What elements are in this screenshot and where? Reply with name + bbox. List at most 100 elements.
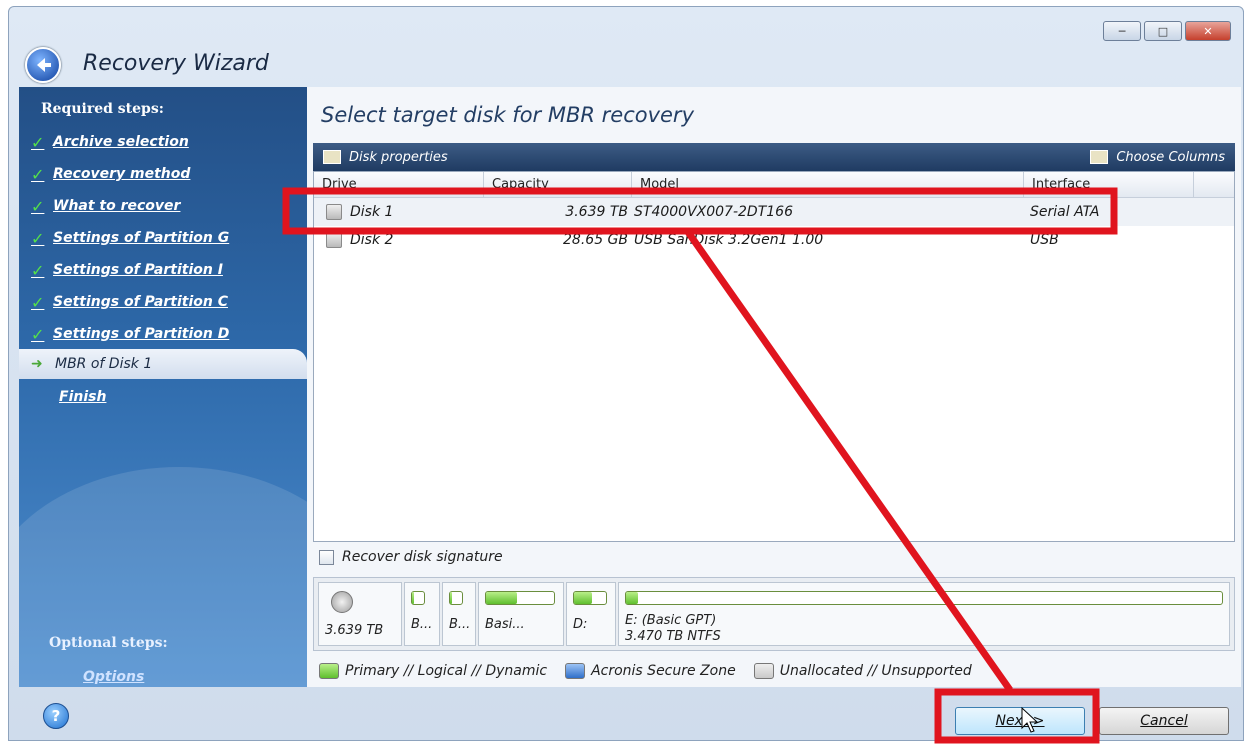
column-header-drive[interactable]: Drive — [314, 172, 484, 197]
partition-label: B... — [411, 617, 433, 632]
page-title: Select target disk for MBR recovery — [321, 103, 694, 127]
choose-columns-button[interactable]: Choose Columns — [1090, 150, 1225, 165]
interface-cell: USB — [1030, 232, 1059, 248]
disk-properties-button[interactable]: Disk properties — [323, 150, 448, 165]
recovery-wizard-window: Recovery Wizard ─ □ ✕ Required steps: ✓ … — [8, 6, 1244, 741]
maximize-button[interactable]: □ — [1144, 21, 1182, 41]
column-header-extra — [1194, 172, 1234, 197]
partition-usage-bar — [573, 591, 607, 605]
choose-columns-icon — [1090, 150, 1109, 164]
sidebar-item-archive-selection[interactable]: ✓ Archive selection — [31, 129, 189, 155]
back-arrow-icon[interactable] — [25, 47, 61, 83]
sidebar-decoration — [19, 467, 307, 687]
sidebar-item-what-to-recover[interactable]: ✓ What to recover — [31, 193, 180, 219]
partition-block[interactable]: Basi... — [478, 582, 564, 646]
partition-usage-bar — [485, 591, 555, 605]
checkmark-icon: ✓ — [31, 228, 45, 248]
optional-steps-heading: Optional steps: — [49, 635, 168, 651]
column-header-interface[interactable]: Interface — [1024, 172, 1194, 197]
sidebar-item-partition-g[interactable]: ✓ Settings of Partition G — [31, 225, 229, 251]
model-cell: ST4000VX007-2DT166 — [634, 204, 793, 220]
sidebar-item-partition-d[interactable]: ✓ Settings of Partition D — [31, 321, 229, 347]
choose-columns-label: Choose Columns — [1116, 149, 1225, 165]
sidebar-item-label: Archive selection — [53, 134, 189, 150]
legend-label: Acronis Secure Zone — [591, 663, 736, 679]
recover-signature-checkbox[interactable] — [319, 549, 334, 565]
checkmark-icon: ✓ — [31, 324, 45, 344]
partition-usage-bar — [411, 591, 425, 605]
legend-swatch — [753, 663, 774, 679]
sidebar-item-recovery-method[interactable]: ✓ Recovery method — [31, 161, 190, 187]
drive-name: Disk 1 — [350, 204, 394, 220]
drive-name: Disk 2 — [350, 232, 394, 248]
table-header: Drive Capacity Model Interface — [314, 172, 1234, 198]
disk-properties-label: Disk properties — [349, 149, 448, 165]
wizard-footer: ? Next > Cancel — [9, 693, 1243, 741]
sidebar-item-partition-c[interactable]: ✓ Settings of Partition C — [31, 289, 228, 315]
steps-sidebar: Required steps: ✓ Archive selection ✓ Re… — [19, 87, 307, 687]
sidebar-item-label: What to recover — [53, 198, 181, 214]
drive-cell: Disk 2 — [314, 232, 484, 248]
partition-block[interactable]: B... — [404, 582, 440, 646]
help-icon[interactable]: ? — [43, 703, 69, 729]
hard-disk-icon — [331, 591, 353, 613]
checkmark-icon: ✓ — [31, 132, 45, 152]
legend-label: Unallocated // Unsupported — [779, 663, 972, 679]
partition-block[interactable]: D: — [566, 582, 616, 646]
partition-block[interactable]: E: (Basic GPT) 3.470 TB NTFS — [618, 582, 1230, 646]
recover-signature-option[interactable]: Recover disk signature — [319, 549, 503, 565]
legend-item: Acronis Secure Zone — [565, 663, 736, 679]
main-panel: Select target disk for MBR recovery Disk… — [307, 87, 1241, 687]
disk-capacity-label: 3.639 TB — [325, 623, 384, 638]
checkmark-icon: ✓ — [31, 260, 45, 280]
title-bar: Recovery Wizard ─ □ ✕ — [9, 7, 1243, 87]
window-title: Recovery Wizard — [83, 51, 269, 76]
table-row[interactable]: Disk 2 28.65 GB USB SanDisk 3.2Gen1 1.00… — [314, 226, 1234, 254]
window-controls: ─ □ ✕ — [1103, 21, 1231, 41]
minimize-button[interactable]: ─ — [1103, 21, 1141, 41]
cancel-button[interactable]: Cancel — [1099, 707, 1229, 735]
sidebar-item-partition-i[interactable]: ✓ Settings of Partition I — [31, 257, 223, 283]
legend-swatch — [565, 663, 586, 679]
sidebar-item-label: Settings of Partition G — [53, 230, 230, 246]
partition-label: D: — [573, 617, 588, 632]
partition-label: Basi... — [485, 617, 525, 632]
drive-cell: Disk 1 — [314, 204, 484, 220]
disk-icon — [326, 204, 342, 220]
disk-toolbar: Disk properties Choose Columns — [313, 143, 1235, 171]
disk-properties-icon — [323, 150, 341, 164]
next-button[interactable]: Next > — [955, 707, 1085, 735]
sidebar-item-label: Settings of Partition I — [53, 262, 223, 278]
checkmark-icon: ✓ — [31, 196, 45, 216]
partition-usage-bar — [625, 591, 1223, 605]
column-header-capacity[interactable]: Capacity — [484, 172, 632, 197]
sidebar-item-label: Recovery method — [53, 166, 191, 182]
close-button[interactable]: ✕ — [1185, 21, 1231, 41]
column-header-model[interactable]: Model — [632, 172, 1024, 197]
legend-label: Primary // Logical // Dynamic — [345, 663, 548, 679]
sidebar-item-options[interactable]: Options — [83, 669, 144, 685]
partition-size-label: 3.470 TB NTFS — [625, 629, 721, 644]
checkmark-icon: ✓ — [31, 292, 45, 312]
sidebar-item-finish[interactable]: Finish — [59, 389, 106, 405]
sidebar-item-label: Settings of Partition D — [53, 326, 230, 342]
recover-signature-label: Recover disk signature — [342, 549, 503, 565]
legend-item: Primary // Logical // Dynamic — [319, 663, 547, 679]
capacity-cell: 28.65 GB — [563, 232, 628, 248]
partition-usage-bar — [449, 591, 463, 605]
required-steps-heading: Required steps: — [41, 101, 164, 117]
checkmark-icon: ✓ — [31, 164, 45, 184]
disk-table: Drive Capacity Model Interface Disk 1 3.… — [313, 171, 1235, 542]
sidebar-item-current-mbr[interactable]: ➜ MBR of Disk 1 — [19, 349, 307, 379]
legend-item: Unallocated // Unsupported — [753, 663, 972, 679]
model-cell: USB SanDisk 3.2Gen1 1.00 — [634, 232, 824, 248]
disk-layout-map: 3.639 TB B... B... Basi... D: E: (Basic … — [313, 577, 1235, 651]
partition-block[interactable]: B... — [442, 582, 476, 646]
disk-capacity-block: 3.639 TB — [318, 582, 402, 646]
sidebar-item-label: Settings of Partition C — [53, 294, 228, 310]
table-row[interactable]: Disk 1 3.639 TB ST4000VX007-2DT166 Seria… — [314, 198, 1234, 226]
legend-swatch — [319, 663, 339, 679]
partition-legend: Primary // Logical // Dynamic Acronis Se… — [319, 663, 980, 679]
capacity-cell: 3.639 TB — [565, 204, 628, 220]
partition-label: E: (Basic GPT) — [625, 613, 717, 628]
